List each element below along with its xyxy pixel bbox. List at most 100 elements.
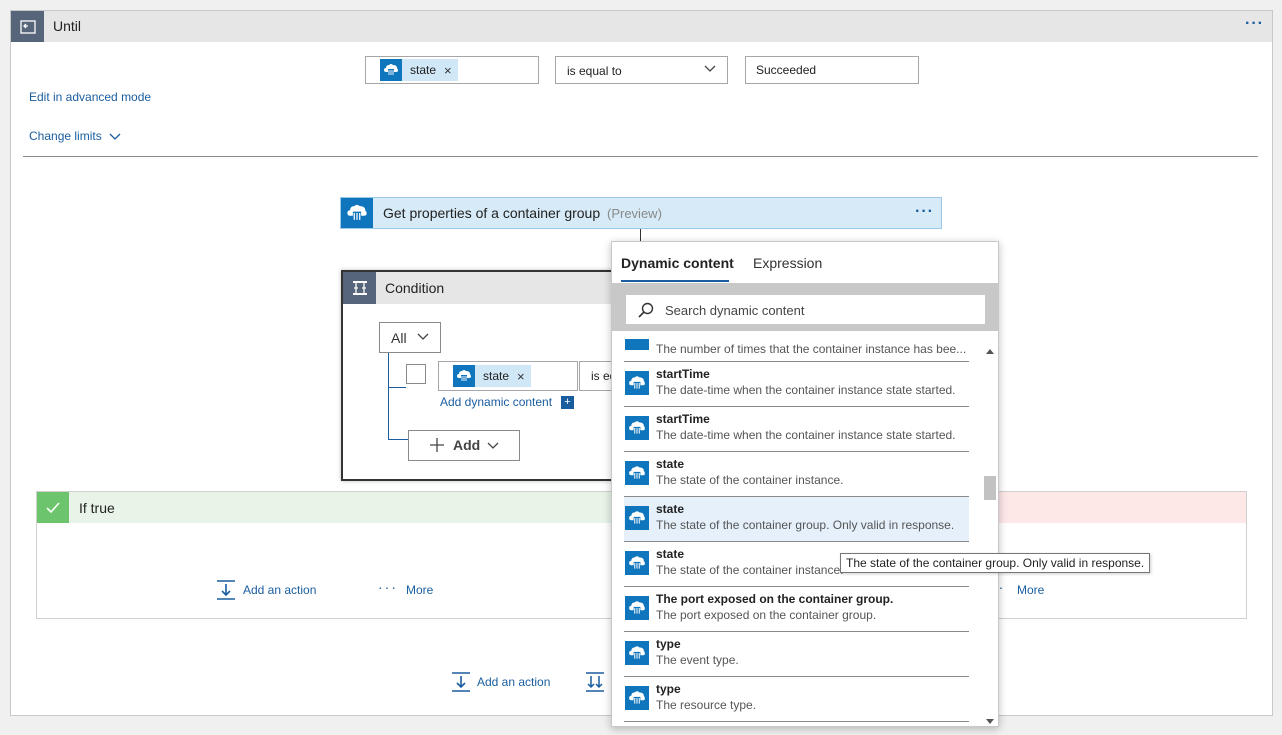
checkmark-icon [37, 492, 69, 523]
item-description: The date-time when the container instanc… [656, 383, 956, 397]
if-false-header [998, 492, 1246, 523]
if-true-title: If true [79, 500, 115, 516]
list-item[interactable]: startTime The date-time when the contain… [624, 407, 969, 452]
list-item[interactable]: startTime The date-time when the contain… [624, 362, 969, 407]
action-more-icon[interactable]: ··· [915, 203, 934, 221]
scroll-down-icon[interactable] [986, 713, 994, 728]
action-preview-badge: (Preview) [607, 206, 662, 221]
more-link[interactable]: More [1017, 583, 1044, 597]
item-name: The port exposed on the container group. [656, 592, 894, 606]
if-true-branch: If true Add an action ··· More [36, 491, 612, 619]
scroll-up-icon[interactable] [986, 342, 994, 357]
action-title: Get properties of a container group [383, 205, 601, 221]
condition-header[interactable]: Condition [343, 272, 641, 304]
state-token-label: state [483, 369, 510, 383]
item-description: The state of the container group. Only v… [656, 518, 955, 532]
get-properties-action-card[interactable]: Get properties of a container group (Pre… [340, 197, 942, 229]
add-action-link[interactable]: Add an action [243, 583, 316, 597]
tree-branch [388, 439, 408, 440]
item-description: The date-time when the container instanc… [656, 428, 956, 442]
edit-advanced-mode-link[interactable]: Edit in advanced mode [29, 90, 151, 104]
group-operator-select[interactable]: All [379, 322, 441, 353]
add-parallel-branch-icon[interactable] [584, 671, 606, 696]
footer-add-action-link[interactable]: Add an action [477, 675, 550, 689]
state-token[interactable]: state × [453, 365, 531, 387]
add-dynamic-content-link[interactable]: Add dynamic content [440, 395, 552, 409]
more-link[interactable]: More [406, 583, 433, 597]
state-token[interactable]: state × [380, 59, 458, 81]
list-item[interactable]: type The event type. [624, 632, 969, 677]
until-operator-value: is equal to [567, 64, 622, 78]
container-instance-icon [625, 551, 649, 575]
item-description: The event type. [656, 653, 739, 667]
until-left-operand[interactable]: state × [365, 56, 539, 84]
plus-icon [429, 437, 445, 456]
item-description: The state of the container instance. [656, 563, 844, 577]
search-placeholder: Search dynamic content [665, 303, 805, 318]
search-area: Search dynamic content [612, 283, 998, 331]
condition-title: Condition [385, 280, 445, 296]
list-item[interactable]: state The state of the container instanc… [624, 452, 969, 497]
item-description: The resource type. [656, 698, 757, 712]
chevron-down-icon [704, 62, 716, 77]
container-instance-icon [625, 416, 649, 440]
change-limits-link[interactable]: Change limits [29, 129, 121, 143]
condition-left-operand[interactable]: state × [438, 361, 578, 391]
list-item[interactable]: The number of times that the container i… [624, 339, 969, 362]
chevron-down-icon [109, 133, 121, 140]
list-item[interactable]: The port exposed on the container group.… [624, 587, 969, 632]
scrollbar[interactable] [982, 339, 998, 725]
container-instance-icon [625, 686, 649, 710]
condition-icon [343, 272, 376, 304]
item-name: state [656, 502, 685, 516]
add-row-label: Add [453, 437, 481, 453]
item-name: state [656, 457, 685, 471]
dynamic-content-panel: Dynamic content Expression Search dynami… [611, 241, 999, 727]
row-checkbox[interactable] [406, 364, 426, 384]
tooltip: The state of the container group. Only v… [840, 553, 1151, 573]
tab-expression[interactable]: Expression [753, 255, 822, 271]
add-action-icon[interactable] [450, 671, 472, 696]
until-value-input[interactable]: Succeeded [745, 56, 919, 84]
list-item[interactable]: type The resource type. [624, 677, 969, 722]
until-more-icon[interactable]: ··· [1245, 15, 1264, 33]
search-input[interactable]: Search dynamic content [625, 294, 986, 325]
item-description: The number of times that the container i… [656, 342, 967, 356]
until-operator-select[interactable]: is equal to [555, 56, 728, 84]
until-header[interactable]: Until ··· [11, 11, 1272, 42]
item-name: type [656, 637, 681, 651]
until-title: Until [53, 18, 82, 34]
divider [23, 156, 1258, 157]
list-item-hovered[interactable]: state The state of the container group. … [624, 497, 969, 542]
state-token-label: state [410, 63, 437, 77]
container-instance-icon [625, 596, 649, 620]
connector-line [640, 229, 641, 241]
item-description: The port exposed on the container group. [656, 608, 877, 622]
group-operator-value: All [391, 330, 407, 346]
if-true-header: If true [37, 492, 611, 523]
scroll-thumb[interactable] [984, 476, 996, 500]
container-instance-icon [625, 461, 649, 485]
remove-token-icon[interactable]: × [517, 369, 525, 384]
container-instance-icon [625, 339, 649, 350]
item-description: The state of the container instance. [656, 473, 844, 487]
item-name: startTime [656, 367, 710, 381]
plus-icon[interactable]: + [561, 396, 574, 409]
container-instance-icon [625, 371, 649, 395]
add-row-button[interactable]: Add [408, 430, 520, 461]
until-value-text: Succeeded [756, 63, 817, 77]
item-name: startTime [656, 412, 710, 426]
tab-dynamic-content[interactable]: Dynamic content [621, 255, 734, 271]
chevron-down-icon [487, 439, 499, 454]
more-dots-icon[interactable]: ··· [378, 579, 398, 595]
container-instance-icon [625, 641, 649, 665]
add-action-icon[interactable] [215, 579, 237, 604]
until-icon [11, 11, 44, 42]
container-instance-icon [625, 506, 649, 530]
container-instance-icon [380, 59, 402, 81]
chevron-down-icon [417, 330, 429, 345]
remove-token-icon[interactable]: × [444, 63, 452, 78]
item-name: type [656, 682, 681, 696]
tree-branch [388, 387, 406, 388]
search-icon [638, 302, 654, 321]
